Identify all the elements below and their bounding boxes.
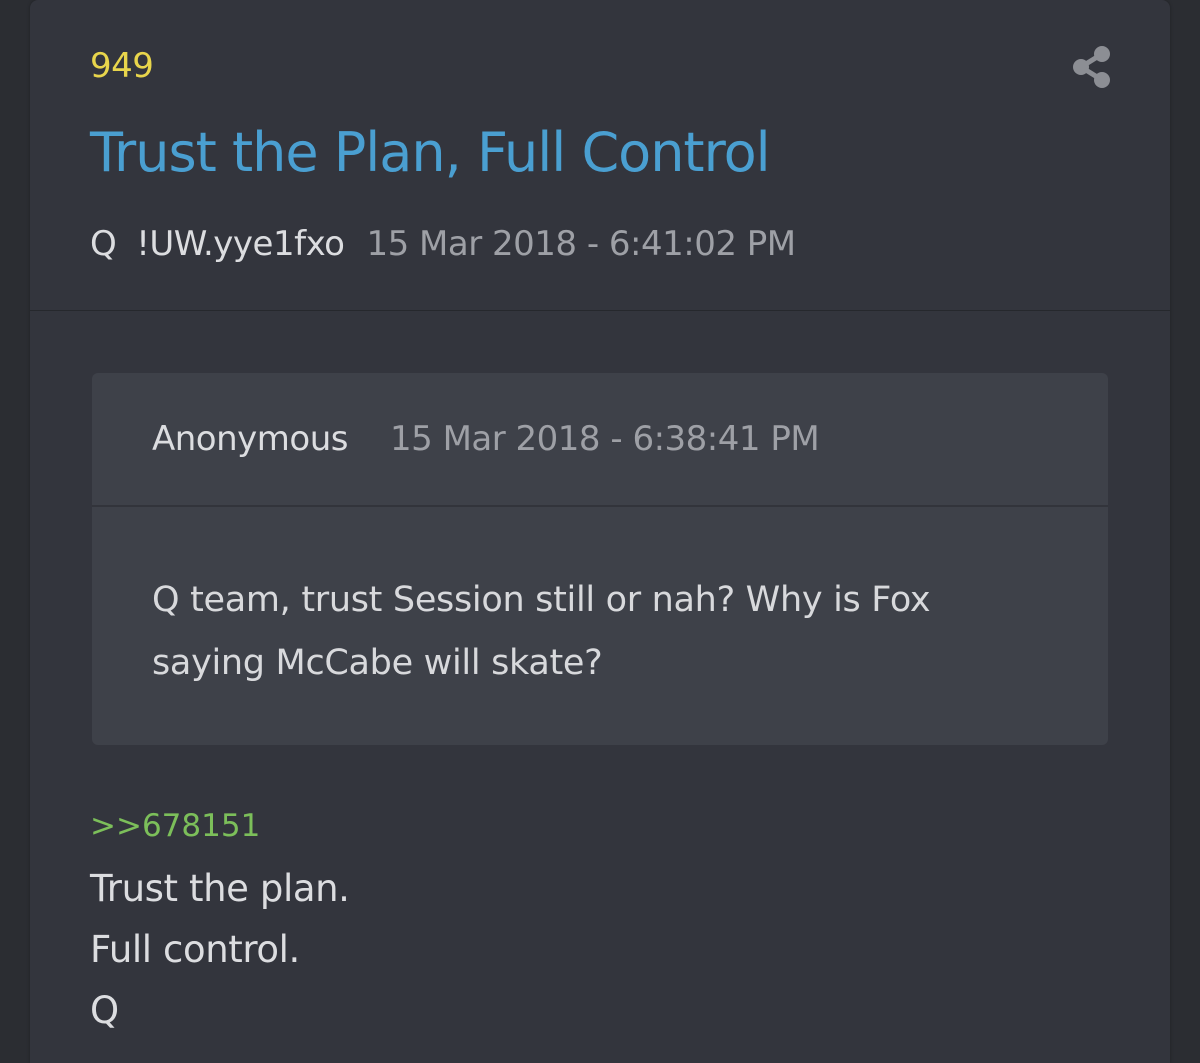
body-line: Full control. bbox=[90, 928, 300, 971]
post-card: 949 Trust the Plan, Full Control Q !UW.yy… bbox=[30, 0, 1170, 1063]
post-timestamp: 15 Mar 2018 - 6:41:02 PM bbox=[366, 224, 796, 264]
post-tripcode: !UW.yye1fxo bbox=[136, 224, 345, 264]
share-icon[interactable] bbox=[1072, 45, 1112, 89]
post-meta: Q !UW.yye1fxo 15 Mar 2018 - 6:41:02 PM bbox=[90, 224, 796, 264]
post-title[interactable]: Trust the Plan, Full Control bbox=[90, 121, 771, 184]
post-number[interactable]: 949 bbox=[90, 46, 154, 86]
quoted-line: saying McCabe will skate? bbox=[152, 643, 603, 683]
post-header: 949 Trust the Plan, Full Control Q !UW.yy… bbox=[30, 0, 1170, 311]
quoted-text: Q team, trust Session still or nah? Why … bbox=[152, 569, 1012, 695]
quoted-timestamp: 15 Mar 2018 - 6:38:41 PM bbox=[390, 419, 820, 459]
quoted-post-header: Anonymous 15 Mar 2018 - 6:38:41 PM bbox=[92, 373, 1108, 507]
body-line: Trust the plan. bbox=[90, 867, 350, 910]
post-body: Trust the plan. Full control. Q bbox=[90, 858, 350, 1041]
quoted-post: Anonymous 15 Mar 2018 - 6:38:41 PM Q tea… bbox=[92, 373, 1108, 745]
body-line: Q bbox=[90, 989, 119, 1032]
quoted-author: Anonymous bbox=[152, 419, 348, 459]
quoted-line: Q team, trust Session still or nah? Why … bbox=[152, 580, 931, 620]
reply-link[interactable]: >>678151 bbox=[90, 808, 260, 844]
post-author: Q bbox=[90, 224, 117, 264]
